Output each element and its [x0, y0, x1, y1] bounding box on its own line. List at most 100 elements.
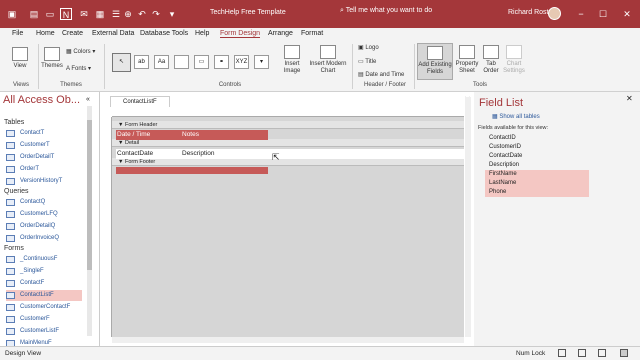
avatar[interactable]	[548, 7, 561, 20]
nav-item-form[interactable]: _ContinuousF	[6, 254, 82, 265]
list-icon[interactable]: ☰	[110, 8, 122, 20]
nav-item-query[interactable]: CustomerLFQ	[6, 209, 82, 220]
zoom-icon[interactable]: ⊕	[122, 8, 134, 20]
form-icon	[6, 292, 15, 299]
customize-icon[interactable]: ▾	[166, 8, 178, 20]
nav-item-label: CustomerLFQ	[20, 211, 58, 217]
insert-image-button[interactable]: Insert Image	[280, 45, 304, 75]
nav-item-form[interactable]: CustomerListF	[6, 326, 82, 337]
nav-group-forms[interactable]: Forms	[4, 245, 24, 252]
nav-item-table[interactable]: OrderT	[6, 164, 82, 175]
view-label: View	[13, 63, 27, 69]
view-button[interactable]: View	[8, 47, 32, 70]
minimize-button[interactable]: −	[574, 7, 588, 21]
tab-control-icon[interactable]: ▭	[194, 55, 209, 69]
nav-item-table[interactable]: CustomerT	[6, 140, 82, 151]
date-time-label[interactable]: Date / Time	[117, 131, 150, 138]
nav-logo-icon[interactable]: N	[60, 8, 72, 20]
link-control-icon[interactable]: ⚭	[214, 55, 229, 69]
chart-settings-button[interactable]: Chart Settings	[502, 45, 526, 75]
field-item[interactable]: ContactDate	[485, 152, 589, 161]
property-sheet-button[interactable]: Property Sheet	[455, 45, 479, 75]
table-icon	[6, 166, 15, 173]
form-footer-bar[interactable]: ▼ Form Footer	[112, 158, 464, 166]
nav-item-label: CustomerListF	[20, 328, 60, 334]
form-view-icon[interactable]	[558, 349, 566, 357]
nav-item-table[interactable]: OrderDetailT	[6, 152, 82, 163]
tab-order-button[interactable]: Tab Order	[481, 45, 501, 75]
open-icon[interactable]: ▭	[44, 8, 56, 20]
tab-arrange[interactable]: Arrange	[268, 30, 293, 37]
close-button[interactable]: ✕	[620, 7, 634, 21]
layout-view-icon[interactable]	[578, 349, 586, 357]
tab-home[interactable]: Home	[36, 30, 55, 37]
save-icon[interactable]: ▤	[28, 8, 40, 20]
nav-group-queries[interactable]: Queries	[4, 188, 29, 195]
field-item-selected[interactable]: Phone	[485, 188, 589, 197]
field-item-selected[interactable]: FirstName	[485, 170, 589, 179]
nav-item-table[interactable]: ContactT	[6, 128, 82, 139]
tab-database-tools[interactable]: Database Tools	[140, 30, 188, 37]
tab-create[interactable]: Create	[62, 30, 83, 37]
horizontal-scrollbar[interactable]	[112, 337, 464, 343]
add-existing-fields-button[interactable]: Add Existing Fields	[417, 43, 453, 80]
detail-section-body[interactable]	[116, 149, 464, 159]
undo-icon[interactable]: ↶	[136, 8, 148, 20]
more-controls-icon[interactable]: ▾	[254, 55, 269, 69]
chart-icon	[320, 45, 336, 59]
datasheet-view-icon[interactable]	[598, 349, 606, 357]
nav-item-query[interactable]: OrderInvoiceQ	[6, 233, 82, 244]
label-aa-control-icon[interactable]: Aa	[154, 55, 169, 69]
logo-button[interactable]: ▣ Logo	[358, 45, 379, 52]
nav-item-form[interactable]: _SingleF	[6, 266, 82, 277]
button-control-icon[interactable]	[174, 55, 189, 69]
document-tab[interactable]: ContactListF	[110, 96, 170, 107]
form-header-bar[interactable]: ▼ Form Header	[112, 121, 464, 129]
nav-item-form[interactable]: CustomerF	[6, 314, 82, 325]
maximize-button[interactable]: ☐	[596, 7, 610, 21]
nav-item-form[interactable]: ContactF	[6, 278, 82, 289]
design-view-icon[interactable]	[620, 349, 628, 357]
tab-external-data[interactable]: External Data	[92, 30, 134, 37]
collapse-nav-icon[interactable]: «	[86, 96, 90, 103]
notes-label[interactable]: Notes	[182, 131, 199, 138]
contact-date-field[interactable]: ContactDate	[117, 150, 153, 157]
close-field-list-icon[interactable]: ✕	[626, 94, 633, 103]
field-item[interactable]: CustomerID	[485, 143, 589, 152]
nav-item-form[interactable]: MainMenuF	[6, 338, 82, 346]
nav-scrollbar-thumb[interactable]	[87, 120, 92, 270]
nav-item-table[interactable]: VersionHistoryT	[6, 176, 82, 187]
email-icon[interactable]: ✉	[78, 8, 90, 20]
field-item[interactable]: Description	[485, 161, 589, 170]
nav-group-tables[interactable]: Tables	[4, 119, 24, 126]
tab-help[interactable]: Help	[195, 30, 209, 37]
colors-button[interactable]: ▦ Colors ▾	[66, 49, 100, 56]
nav-item-query[interactable]: OrderDetailQ	[6, 221, 82, 232]
tab-form-design[interactable]: Form Design	[220, 30, 261, 38]
xyz-control-icon[interactable]: XYZ	[234, 55, 249, 69]
search-box[interactable]: ⌕ Tell me what you want to do	[340, 7, 432, 15]
fonts-button[interactable]: A Fonts ▾	[66, 66, 100, 73]
field-item-selected[interactable]: LastName	[485, 179, 589, 188]
redo-icon[interactable]: ↷	[150, 8, 162, 20]
label-control-icon[interactable]: ab	[134, 55, 149, 69]
select-tool-icon[interactable]: ↖	[112, 53, 131, 72]
nav-pane-title[interactable]: All Access Ob...	[3, 94, 80, 106]
datetime-button[interactable]: ▤ Date and Time	[358, 72, 404, 79]
field-item[interactable]: ContactID	[485, 134, 589, 143]
tab-file[interactable]: File	[12, 30, 23, 37]
title-button[interactable]: ▭ Title	[358, 59, 376, 66]
detail-bar[interactable]: ▼ Detail	[112, 139, 464, 147]
show-all-tables-link[interactable]: ▦ Show all tables	[492, 113, 540, 120]
footer-section-body[interactable]	[116, 167, 268, 174]
vertical-ruler	[104, 117, 112, 337]
nav-item-form[interactable]: CustomerContactF	[6, 302, 82, 313]
grid-icon[interactable]: ▦	[94, 8, 106, 20]
themes-button[interactable]: Themes	[40, 47, 64, 70]
description-field[interactable]: Description	[182, 150, 215, 157]
nav-item-form-selected[interactable]: ContactListF	[6, 290, 82, 301]
vertical-scrollbar[interactable]	[465, 97, 471, 337]
nav-item-query[interactable]: ContactQ	[6, 197, 82, 208]
insert-chart-button[interactable]: Insert Modern Chart	[308, 45, 348, 75]
tab-format[interactable]: Format	[301, 30, 323, 37]
